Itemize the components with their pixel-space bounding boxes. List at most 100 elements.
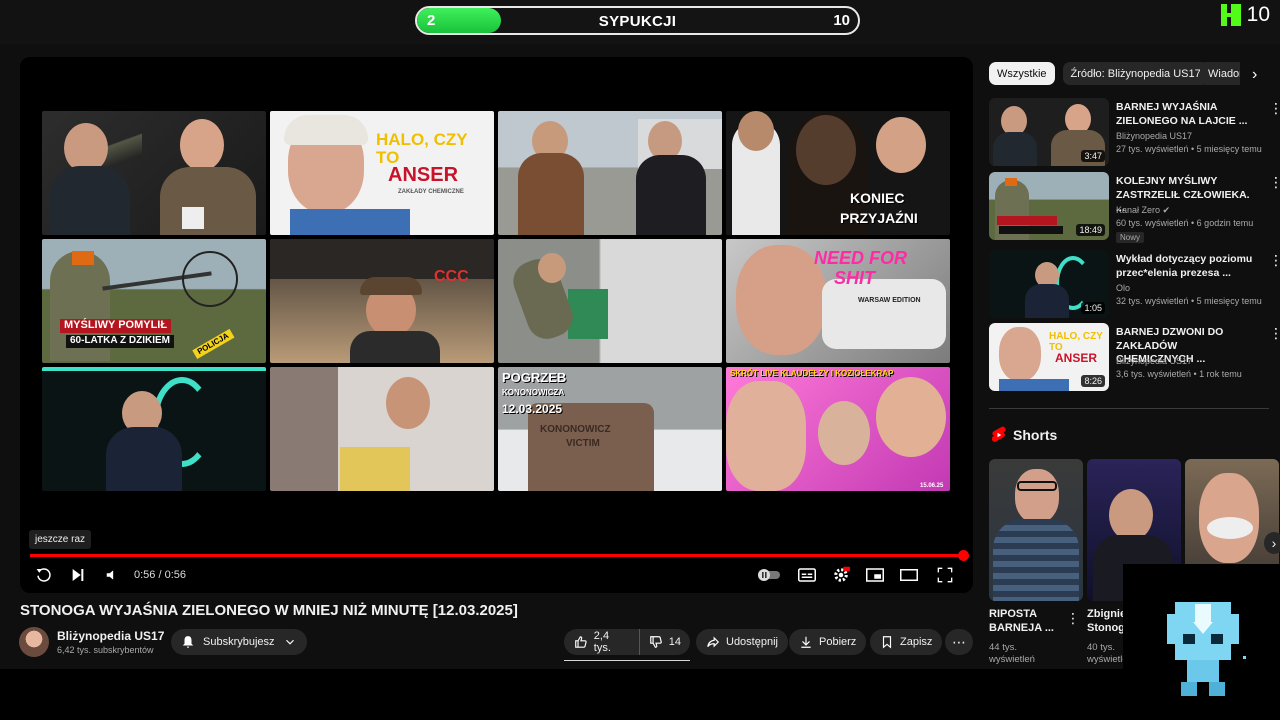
short-views-count: 44 tys. — [989, 642, 1017, 653]
bell-icon — [182, 636, 194, 648]
bottom-overlay-bar — [0, 669, 1123, 720]
endscreen-tile[interactable] — [270, 367, 494, 491]
short-views: 44 tys. wyświetleń — [989, 642, 1035, 667]
video-thumbnail[interactable]: HALO, CZY TO ANSER 8:26 — [989, 323, 1109, 391]
share-button[interactable]: Udostępnij — [696, 629, 788, 655]
video-duration: 18:49 — [1076, 224, 1105, 236]
short-thumbnail[interactable] — [989, 459, 1083, 601]
video-title[interactable]: Wykład dotyczący poziomu przec*elenia pr… — [1116, 253, 1256, 280]
short-views: 40 tys. wyświetleń — [1087, 642, 1123, 667]
replay-button[interactable] — [34, 565, 54, 585]
like-button[interactable]: 2,4 tys. — [564, 629, 640, 655]
chip-source[interactable]: Źródło: Bliżynopedia US17 — [1062, 62, 1209, 85]
subscriber-count: 6,42 tys. subskrybentów — [57, 645, 154, 655]
endscreen-tile[interactable] — [42, 367, 266, 491]
tile-caption: CCC — [434, 268, 469, 285]
channel-name[interactable]: Bliżynopedia US17 — [57, 629, 164, 643]
miniplayer-button[interactable] — [864, 565, 886, 585]
tile-caption: PRZYJAŹNI — [840, 210, 918, 226]
subtitles-button[interactable] — [796, 565, 818, 585]
endscreen-tile[interactable]: NEED FOR SHIT WARSAW EDITION — [726, 239, 950, 363]
theater-mode-button[interactable] — [898, 565, 920, 585]
more-icon: ⋯ — [952, 633, 966, 650]
video-thumbnail[interactable]: 3:47 — [989, 98, 1109, 166]
channel-name[interactable]: Olo — [1116, 283, 1130, 293]
kebab-menu-icon[interactable]: ⋮ — [1269, 252, 1280, 269]
channel-name[interactable]: Bliżynopedia US17 — [1116, 131, 1192, 141]
endscreen-tile[interactable]: CCC — [270, 239, 494, 363]
save-button[interactable]: Zapisz — [870, 629, 943, 655]
kebab-menu-icon[interactable]: ⋮ — [1269, 100, 1280, 117]
pixel-avatar-icon — [1167, 602, 1246, 696]
tile-caption: POGRZEB — [502, 370, 567, 385]
shorts-next-button[interactable]: › — [1264, 532, 1280, 554]
share-icon — [707, 636, 720, 648]
chevron-right-icon[interactable]: › — [1252, 66, 1257, 84]
endscreen-tile[interactable]: KONIEC PRZYJAŹNI — [726, 111, 950, 235]
channel-name[interactable]: Kanał Zero ✔ — [1116, 205, 1170, 216]
tile-caption: 12.03.2025 — [502, 402, 563, 416]
endscreen-grid: HALO, CZY TO ANSER ZAKŁADY CHEMICZNE KON… — [42, 111, 950, 491]
tile-caption: POLICJA — [192, 329, 235, 360]
download-button[interactable]: Pobierz — [789, 629, 867, 655]
video-duration: 3:47 — [1081, 150, 1105, 162]
tile-caption: 60-LATKA Z DZIKIEM — [66, 335, 174, 348]
recommended-video[interactable]: HALO, CZY TO ANSER 8:26 BARNEJ DZWONI DO… — [989, 323, 1280, 393]
endscreen-tile[interactable] — [498, 239, 722, 363]
like-ratio-bar — [564, 660, 690, 661]
chip-news[interactable]: Wiadomości — [1200, 62, 1240, 85]
settings-button[interactable] — [830, 565, 852, 585]
time-display: 0:56 / 0:56 — [134, 569, 186, 581]
kick-viewers: 10 — [1220, 3, 1270, 27]
chip-all[interactable]: Wszystkie — [989, 62, 1055, 85]
kick-logo-icon — [1220, 4, 1241, 26]
video-meta: 32 tys. wyświetleń • 5 miesięcy temu — [1116, 296, 1262, 306]
counter-right-value: 10 — [833, 12, 850, 29]
avatar[interactable] — [19, 627, 49, 657]
recommended-video[interactable]: 1:05 Wykład dotyczący poziomu przec*elen… — [989, 250, 1280, 320]
tile-caption: KONONOWICZ — [540, 424, 611, 435]
video-player[interactable]: HALO, CZY TO ANSER ZAKŁADY CHEMICZNE KON… — [20, 57, 973, 593]
endscreen-tile[interactable]: MYŚLIWY POMYLIŁ 60-LATKA Z DZIKIEM POLIC… — [42, 239, 266, 363]
short-title[interactable]: Zbigniew Stonoga — [1087, 607, 1123, 636]
new-badge: Nowy — [1116, 232, 1145, 243]
tile-caption: 15.06.25 — [920, 483, 944, 489]
video-meta: 3,6 tys. wyświetleń • 1 rok temu — [1116, 369, 1242, 379]
video-thumbnail[interactable]: 18:49 — [989, 172, 1109, 240]
endscreen-tile[interactable] — [498, 111, 722, 235]
more-actions-button[interactable]: ⋯ — [945, 629, 973, 655]
kebab-menu-icon[interactable]: ⋮ — [1066, 610, 1080, 627]
recommended-video[interactable]: 3:47 BARNEJ WYJAŚNIA ZIELONEGO NA LAJCIE… — [989, 98, 1280, 168]
video-title[interactable]: BARNEJ WYJAŚNIA ZIELONEGO NA LAJCIE ... — [1116, 101, 1256, 128]
short-views-label: wyświetleń — [989, 654, 1035, 666]
dislike-button[interactable]: 14 — [640, 629, 690, 655]
volume-button[interactable] — [102, 565, 122, 585]
fullscreen-button[interactable] — [934, 565, 956, 585]
kebab-menu-icon[interactable]: ⋮ — [1269, 174, 1280, 191]
endscreen-tile[interactable] — [42, 111, 266, 235]
thumbs-up-icon — [575, 636, 587, 648]
short-title[interactable]: RIPOSTA BARNEJA ... — [989, 607, 1069, 636]
kebab-menu-icon[interactable]: ⋮ — [1269, 325, 1280, 342]
progress-bar[interactable] — [30, 550, 969, 561]
endscreen-tile[interactable]: SKRÓT LIVE KLAUDEŁZY I KOZIOŁEKRAP 15.06… — [726, 367, 950, 491]
autoplay-toggle[interactable] — [756, 565, 782, 585]
next-button[interactable] — [68, 565, 88, 585]
channel-name[interactable]: Bliżynopedia US17 — [1116, 356, 1192, 366]
download-icon — [801, 636, 811, 648]
shorts-icon — [991, 426, 1006, 442]
like-dislike-group: 2,4 tys. 14 — [564, 629, 690, 655]
recommended-video[interactable]: 18:49 KOLEJNY MYŚLIWY ZASTRZELIŁ CZŁOWIE… — [989, 172, 1280, 243]
save-label: Zapisz — [900, 636, 933, 648]
video-duration: 1:05 — [1081, 302, 1105, 314]
tile-caption: ANSER — [388, 164, 459, 186]
progress-scrubber[interactable] — [958, 550, 969, 561]
video-meta: 60 tys. wyświetleń • 6 godzin temu — [1116, 218, 1254, 228]
endscreen-tile[interactable]: POGRZEB KONONOWICZA 12.03.2025 KONONOWIC… — [498, 367, 722, 491]
video-thumbnail[interactable]: 1:05 — [989, 250, 1109, 318]
stream-overlay-panel — [1123, 564, 1280, 720]
replay-tooltip: jeszcze raz — [29, 530, 92, 549]
subscribed-button[interactable]: Subskrybujesz — [171, 629, 307, 655]
endscreen-tile[interactable]: HALO, CZY TO ANSER ZAKŁADY CHEMICZNE — [270, 111, 494, 235]
tile-caption: NEED FOR — [814, 248, 908, 268]
